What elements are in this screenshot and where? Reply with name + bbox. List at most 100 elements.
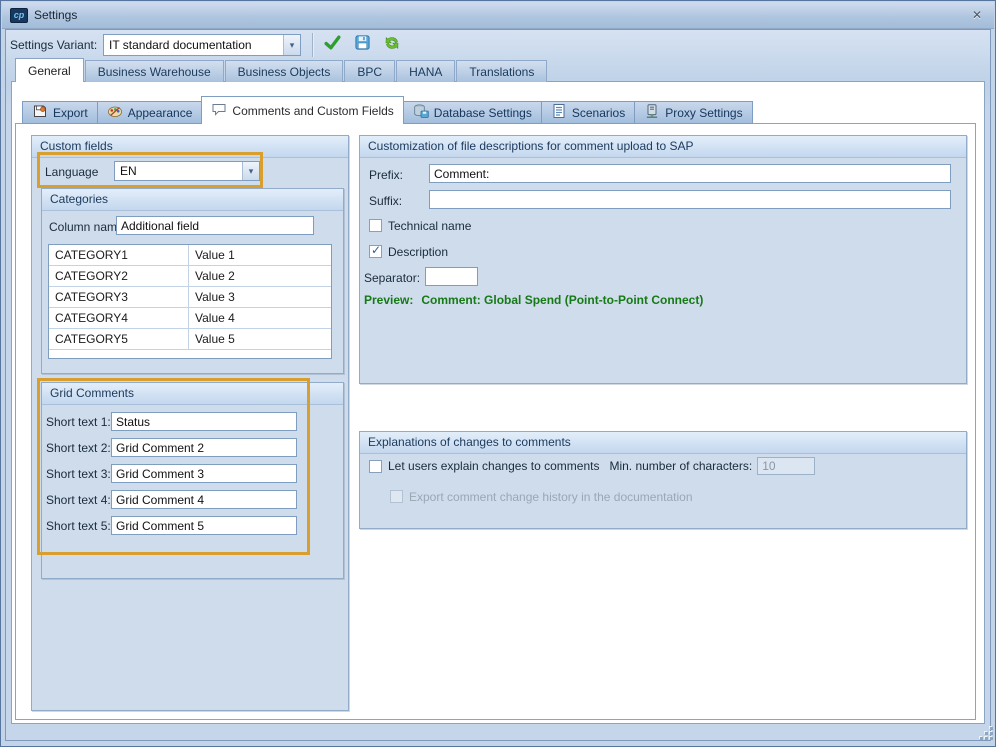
grid-comments-title: Grid Comments — [42, 383, 343, 405]
category-cell[interactable]: CATEGORY3 — [49, 287, 189, 307]
refresh-icon — [383, 34, 401, 57]
min-chars-label: Min. number of characters: — [609, 459, 752, 473]
table-row[interactable]: CATEGORY5 Value 5 — [49, 329, 331, 350]
close-icon[interactable]: ✕ — [969, 7, 985, 23]
check-icon — [323, 33, 342, 57]
technical-name-label: Technical name — [388, 219, 471, 233]
preview-line: Preview: Comment: Global Spend (Point-to-… — [364, 293, 703, 307]
refresh-button[interactable] — [379, 33, 405, 57]
short-text-4-input[interactable] — [111, 490, 297, 509]
preview-value: Comment: Global Spend (Point-to-Point Co… — [421, 293, 703, 307]
custom-fields-title: Custom fields — [32, 136, 348, 158]
categories-title: Categories — [42, 189, 343, 211]
table-row[interactable]: CATEGORY1 Value 1 — [49, 245, 331, 266]
short-text-3-input[interactable] — [111, 464, 297, 483]
tab-appearance[interactable]: Appearance — [97, 101, 203, 124]
category-cell[interactable]: CATEGORY4 — [49, 308, 189, 328]
settings-variant-label: Settings Variant: — [10, 38, 97, 52]
tab-export[interactable]: Export — [22, 101, 98, 124]
tab-general[interactable]: General — [15, 58, 84, 82]
let-users-checkbox[interactable] — [369, 460, 382, 473]
save-button[interactable] — [349, 33, 375, 57]
resize-grip[interactable] — [979, 726, 994, 741]
settings-window: cp Settings ✕ Settings Variant: IT stand… — [0, 0, 996, 747]
tab-bpc[interactable]: BPC — [344, 60, 395, 82]
prefix-label: Prefix: — [369, 168, 403, 182]
category-cell[interactable]: CATEGORY1 — [49, 245, 189, 265]
short-text-2-input[interactable] — [111, 438, 297, 457]
suffix-input[interactable] — [429, 190, 951, 209]
explanations-title: Explanations of changes to comments — [360, 432, 966, 454]
short-text-1-label: Short text 1: — [46, 415, 111, 429]
short-text-3-label: Short text 3: — [46, 467, 111, 481]
short-text-2-label: Short text 2: — [46, 441, 111, 455]
tab-export-label: Export — [53, 106, 88, 120]
let-users-label: Let users explain changes to comments — [388, 459, 599, 473]
tab-hana[interactable]: HANA — [396, 60, 455, 82]
prefix-input[interactable] — [429, 164, 951, 183]
tab-database-label: Database Settings — [434, 106, 532, 120]
language-value: EN — [115, 164, 242, 178]
language-label: Language — [45, 165, 98, 179]
let-users-row: Let users explain changes to comments Mi… — [369, 457, 815, 475]
export-history-checkbox — [390, 490, 403, 503]
document-icon — [551, 103, 567, 122]
chevron-down-icon[interactable]: ▾ — [283, 35, 300, 55]
chevron-down-icon[interactable]: ▾ — [242, 162, 259, 180]
preview-label: Preview: — [364, 293, 413, 307]
settings-variant-select[interactable]: IT standard documentation ▾ — [103, 34, 301, 56]
categories-table: CATEGORY1 Value 1 CATEGORY2 Value 2 CATE… — [48, 244, 332, 359]
apply-button[interactable] — [319, 33, 345, 57]
title-bar: cp Settings ✕ — [2, 2, 994, 29]
tab-comments-label: Comments and Custom Fields — [232, 104, 393, 118]
tab-translations[interactable]: Translations — [456, 60, 547, 82]
tab-business-objects[interactable]: Business Objects — [225, 60, 344, 82]
speech-bubble-icon — [211, 101, 227, 120]
value-cell[interactable]: Value 4 — [189, 308, 331, 328]
separator-input[interactable] — [425, 267, 478, 286]
suffix-label: Suffix: — [369, 194, 402, 208]
palette-icon — [107, 103, 123, 122]
description-checkbox[interactable] — [369, 245, 382, 258]
settings-variant-value: IT standard documentation — [104, 38, 283, 52]
window-title: Settings — [34, 2, 77, 29]
main-tab-bar: General Business Warehouse Business Obje… — [15, 58, 548, 82]
tab-proxy-settings[interactable]: Proxy Settings — [634, 101, 752, 124]
value-cell[interactable]: Value 1 — [189, 245, 331, 265]
server-icon — [644, 103, 660, 122]
export-icon — [32, 103, 48, 122]
tab-comments-and-custom-fields[interactable]: Comments and Custom Fields — [201, 96, 403, 124]
separator-label: Separator: — [364, 271, 420, 285]
save-icon — [354, 34, 371, 56]
export-history-label: Export comment change history in the doc… — [409, 490, 693, 504]
explanations-group: Explanations of changes to comments — [359, 431, 967, 529]
toolbar-separator — [312, 33, 313, 57]
category-cell[interactable]: CATEGORY2 — [49, 266, 189, 286]
table-row[interactable]: CATEGORY3 Value 3 — [49, 287, 331, 308]
value-cell[interactable]: Value 2 — [189, 266, 331, 286]
tab-database-settings[interactable]: Database Settings — [403, 101, 542, 124]
short-text-5-label: Short text 5: — [46, 519, 111, 533]
app-logo-icon: cp — [10, 8, 28, 23]
tab-proxy-label: Proxy Settings — [665, 106, 742, 120]
short-text-1-input[interactable] — [111, 412, 297, 431]
description-label: Description — [388, 245, 448, 259]
value-cell[interactable]: Value 3 — [189, 287, 331, 307]
column-name-input[interactable] — [116, 216, 314, 235]
table-row[interactable]: CATEGORY2 Value 2 — [49, 266, 331, 287]
tab-scenarios-label: Scenarios — [572, 106, 625, 120]
short-text-4-label: Short text 4: — [46, 493, 111, 507]
tab-business-warehouse[interactable]: Business Warehouse — [85, 60, 224, 82]
tab-scenarios[interactable]: Scenarios — [541, 101, 635, 124]
tab-appearance-label: Appearance — [128, 106, 193, 120]
customization-title: Customization of file descriptions for c… — [360, 136, 966, 158]
short-text-5-input[interactable] — [111, 516, 297, 535]
inner-tab-bar: Export Appearance Comments and Custom Fi… — [22, 96, 752, 124]
value-cell[interactable]: Value 5 — [189, 329, 331, 349]
table-row[interactable]: CATEGORY4 Value 4 — [49, 308, 331, 329]
database-icon — [413, 103, 429, 122]
language-select[interactable]: EN ▾ — [114, 161, 260, 181]
min-chars-input — [757, 457, 815, 475]
technical-name-checkbox[interactable] — [369, 219, 382, 232]
category-cell[interactable]: CATEGORY5 — [49, 329, 189, 349]
